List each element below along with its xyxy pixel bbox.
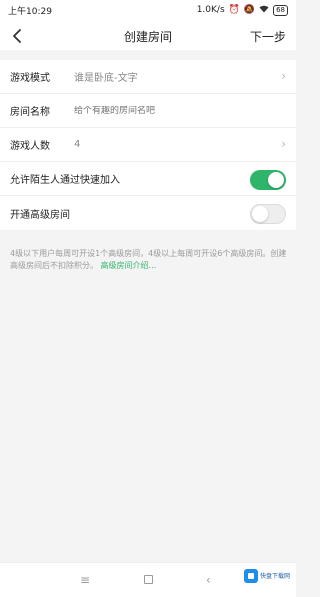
advanced-room-tip: 4级以下用户每周可开设1个高级房间，4级以上每周可开设6个高级房间。创建高级房间… bbox=[10, 248, 288, 272]
wifi-icon bbox=[259, 5, 269, 16]
toggle-knob bbox=[268, 172, 284, 188]
game-mode-row[interactable]: 游戏模式 谁是卧底-文字 › bbox=[0, 60, 296, 94]
home-icon[interactable] bbox=[144, 575, 153, 584]
advanced-room-label: 开通高级房间 bbox=[10, 209, 70, 221]
alarm-icon: ⏰ bbox=[228, 5, 240, 15]
watermark: 快盘下载网 bbox=[244, 569, 292, 583]
status-bar: 上午10:29 1.0K/s ⏰ 🔕 68 bbox=[0, 0, 296, 20]
allow-strangers-toggle[interactable] bbox=[250, 170, 286, 190]
watermark-logo-icon bbox=[244, 569, 258, 583]
allow-strangers-row: 允许陌生人通过快速加入 bbox=[0, 162, 296, 196]
back-icon[interactable]: ‹ bbox=[206, 573, 211, 587]
advanced-room-toggle[interactable] bbox=[250, 204, 286, 224]
toggle-knob bbox=[252, 206, 268, 222]
mute-icon: 🔕 bbox=[243, 5, 256, 15]
room-name-row: 房间名称 bbox=[0, 94, 296, 128]
status-time: 上午10:29 bbox=[8, 6, 52, 17]
advanced-room-intro-link[interactable]: 高级房间介绍... bbox=[101, 261, 157, 270]
status-icons: 1.0K/s ⏰ 🔕 68 bbox=[196, 4, 288, 16]
network-speed: 1.0K/s bbox=[196, 5, 225, 15]
player-count-value: 4 bbox=[74, 139, 81, 150]
game-mode-value: 谁是卧底-文字 bbox=[74, 73, 138, 84]
player-count-label: 游戏人数 bbox=[10, 141, 50, 152]
chevron-right-icon: › bbox=[281, 69, 286, 83]
player-count-row[interactable]: 游戏人数 4 › bbox=[0, 128, 296, 162]
system-nav-bar: ≡ ‹ 快盘下载网 bbox=[0, 562, 296, 597]
advanced-room-row: 开通高级房间 bbox=[0, 196, 296, 230]
settings-list: 游戏模式 谁是卧底-文字 › 房间名称 游戏人数 4 › 允许陌生人通过快速加入… bbox=[0, 60, 296, 230]
room-name-label: 房间名称 bbox=[10, 107, 50, 118]
battery-icon: 68 bbox=[273, 4, 288, 16]
watermark-text: 快盘下载网 bbox=[260, 572, 291, 580]
allow-strangers-label: 允许陌生人通过快速加入 bbox=[10, 175, 120, 186]
chevron-right-icon: › bbox=[281, 137, 286, 151]
menu-icon[interactable]: ≡ bbox=[80, 573, 90, 587]
nav-bar: 创建房间 下一步 bbox=[0, 20, 296, 50]
next-step-button[interactable]: 下一步 bbox=[250, 28, 286, 45]
game-mode-label: 游戏模式 bbox=[10, 73, 50, 84]
room-name-input[interactable] bbox=[74, 105, 254, 116]
